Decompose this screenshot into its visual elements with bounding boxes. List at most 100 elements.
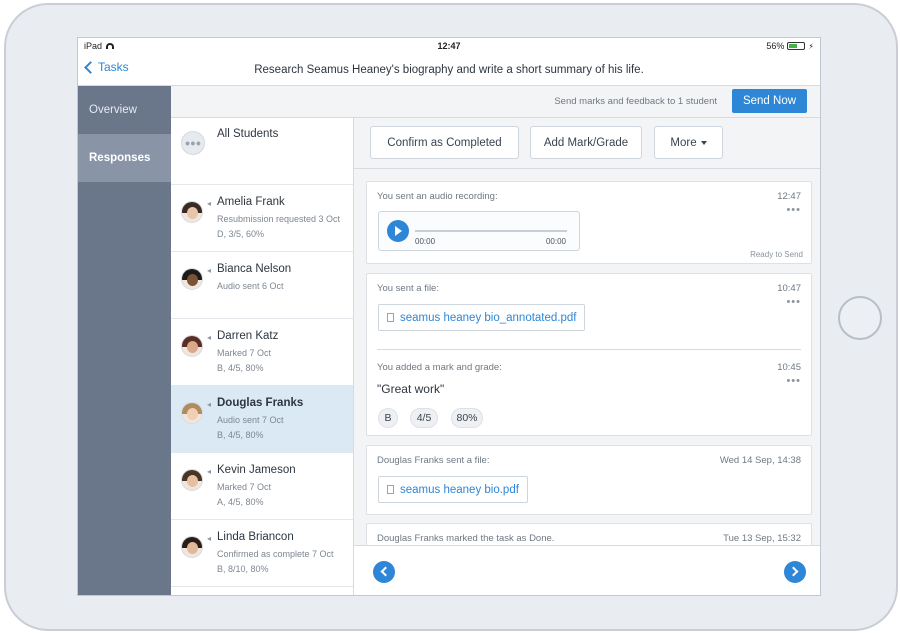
battery-level <box>789 44 798 48</box>
confirm-completed-label: Confirm as Completed <box>387 136 502 149</box>
charging-icon: ⚡ <box>808 41 814 51</box>
reply-icon: ◂ <box>207 467 212 476</box>
student-row-darren-katz[interactable]: ◂ Darren Katz Marked 7 Oct B, 4/5, 80% <box>171 319 353 386</box>
done-card: Douglas Franks marked the task as Done. … <box>366 523 812 545</box>
student-status: Marked 7 Oct <box>217 348 272 358</box>
student-grade: D, 3/5, 60% <box>217 229 265 239</box>
student-file-link[interactable]: seamus heaney bio.pdf <box>378 476 528 503</box>
nav-bar: Tasks Research Seamus Heaney's biography… <box>78 54 820 86</box>
status-time: 12:47 <box>437 41 461 51</box>
home-button[interactable] <box>838 296 882 340</box>
student-row-douglas-franks[interactable]: ◂ Douglas Franks Audio sent 7 Oct B, 4/5… <box>171 386 353 453</box>
done-time: Tue 13 Sep, 15:32 <box>723 533 801 544</box>
next-student-button[interactable] <box>784 561 806 583</box>
add-mark-button[interactable]: Add Mark/Grade <box>530 126 642 159</box>
audio-player: 00:00 00:00 <box>378 211 580 251</box>
student-grade: B, 4/5, 80% <box>217 363 264 373</box>
avatar <box>181 536 203 558</box>
done-label: Douglas Franks marked the task as Done. <box>377 533 555 544</box>
student-name: Kevin Jameson <box>217 464 296 476</box>
reply-icon: ◂ <box>207 266 212 275</box>
file-card-more-icon[interactable]: ••• <box>786 296 801 308</box>
chevron-right-icon <box>788 566 799 577</box>
student-row-linda-briancon[interactable]: ◂ Linda Briancon Confirmed as complete 7… <box>171 520 353 587</box>
all-students-item[interactable]: ●●● All Students <box>171 118 353 185</box>
student-row-bianca-nelson[interactable]: ◂ Bianca Nelson Audio sent 6 Oct <box>171 252 353 319</box>
audio-end-time: 00:00 <box>545 237 566 246</box>
student-row-amelia-frank[interactable]: ◂ Amelia Frank Resubmission requested 3 … <box>171 185 353 252</box>
page-title: Research Seamus Heaney's biography and w… <box>254 64 644 76</box>
tab-overview[interactable]: Overview <box>78 86 171 134</box>
student-name: Amelia Frank <box>217 196 285 208</box>
send-now-button[interactable]: Send Now <box>732 89 807 113</box>
student-grade: A, 4/5, 80% <box>217 497 264 507</box>
status-bar: iPad 12:47 56% ⚡ <box>78 38 820 54</box>
student-name: Linda Briancon <box>217 531 294 543</box>
audio-card-more-icon[interactable]: ••• <box>786 204 801 216</box>
more-dropdown-button[interactable]: More <box>654 126 723 159</box>
play-icon[interactable] <box>387 220 409 242</box>
reply-icon: ◂ <box>207 400 212 409</box>
student-pager <box>354 545 820 595</box>
audio-card-time: 12:47 <box>777 191 801 202</box>
send-bar: Send marks and feedback to 1 student Sen… <box>171 86 820 118</box>
tab-responses[interactable]: Responses <box>78 134 171 182</box>
student-file-card: Douglas Franks sent a file: Wed 14 Sep, … <box>366 445 812 515</box>
student-status: Audio sent 6 Oct <box>217 281 284 291</box>
student-grade: B, 4/5, 80% <box>217 430 264 440</box>
student-status: Marked 7 Oct <box>217 482 272 492</box>
annotated-file-name: seamus heaney bio_annotated.pdf <box>400 311 577 324</box>
confirm-completed-button[interactable]: Confirm as Completed <box>370 126 519 159</box>
audio-card: You sent an audio recording: 12:47 ••• 0… <box>366 181 812 264</box>
caret-down-icon <box>700 140 707 145</box>
student-file-label: Douglas Franks sent a file: <box>377 455 490 466</box>
ready-to-send-status: Ready to Send <box>750 250 803 259</box>
avatar <box>181 201 203 223</box>
score-chip: 4/5 <box>410 408 438 428</box>
app-screen: iPad 12:47 56% ⚡ Tasks Research Seamus H… <box>77 37 821 596</box>
percent-chip: 80% <box>451 408 483 428</box>
previous-student-button[interactable] <box>373 561 395 583</box>
reply-icon: ◂ <box>207 199 212 208</box>
file-card-label: You sent a file: <box>377 283 439 294</box>
reply-icon: ◂ <box>207 534 212 543</box>
mark-time: 10:45 <box>777 362 801 373</box>
response-feed: You sent an audio recording: 12:47 ••• 0… <box>354 169 820 545</box>
mark-label: You added a mark and grade: <box>377 362 502 373</box>
battery-icon <box>787 42 806 50</box>
audio-start-time: 00:00 <box>415 237 436 246</box>
audio-scrubber[interactable] <box>415 230 567 232</box>
student-list: ●●● All Students ◂ Amelia Frank Resubmis… <box>171 118 354 595</box>
student-status: Resubmission requested 3 Oct <box>217 214 341 224</box>
student-row-kevin-jameson[interactable]: ◂ Kevin Jameson Marked 7 Oct A, 4/5, 80% <box>171 453 353 520</box>
group-icon: ●●● <box>181 131 205 155</box>
student-file-name: seamus heaney bio.pdf <box>400 483 519 496</box>
student-name: Bianca Nelson <box>217 263 292 275</box>
avatar <box>181 469 203 491</box>
student-grade: B, 8/10, 80% <box>217 564 269 574</box>
document-icon <box>387 485 394 494</box>
avatar <box>181 402 203 424</box>
reply-icon: ◂ <box>207 333 212 342</box>
left-tab-bar: Overview Responses <box>78 86 171 595</box>
all-students-label: All Students <box>217 128 279 140</box>
mark-more-icon[interactable]: ••• <box>786 375 801 387</box>
document-icon <box>387 313 394 322</box>
file-card-time: 10:47 <box>777 283 801 294</box>
card-divider <box>377 349 801 350</box>
add-mark-label: Add Mark/Grade <box>543 136 629 149</box>
battery-percent: 56% <box>766 41 785 51</box>
student-status: Audio sent 7 Oct <box>217 415 284 425</box>
student-file-time: Wed 14 Sep, 14:38 <box>719 455 801 466</box>
avatar <box>181 268 203 290</box>
grade-chip: B <box>378 408 398 428</box>
chevron-left-icon <box>380 566 391 577</box>
send-info-text: Send marks and feedback to 1 student <box>554 96 717 107</box>
annotated-file-link[interactable]: seamus heaney bio_annotated.pdf <box>378 304 586 331</box>
student-name: Douglas Franks <box>217 397 304 409</box>
student-status: Confirmed as complete 7 Oct <box>217 549 334 559</box>
avatar <box>181 335 203 357</box>
more-label: More <box>670 136 697 149</box>
detail-action-bar: Confirm as Completed Add Mark/Grade More <box>354 118 820 169</box>
student-name: Darren Katz <box>217 330 279 342</box>
